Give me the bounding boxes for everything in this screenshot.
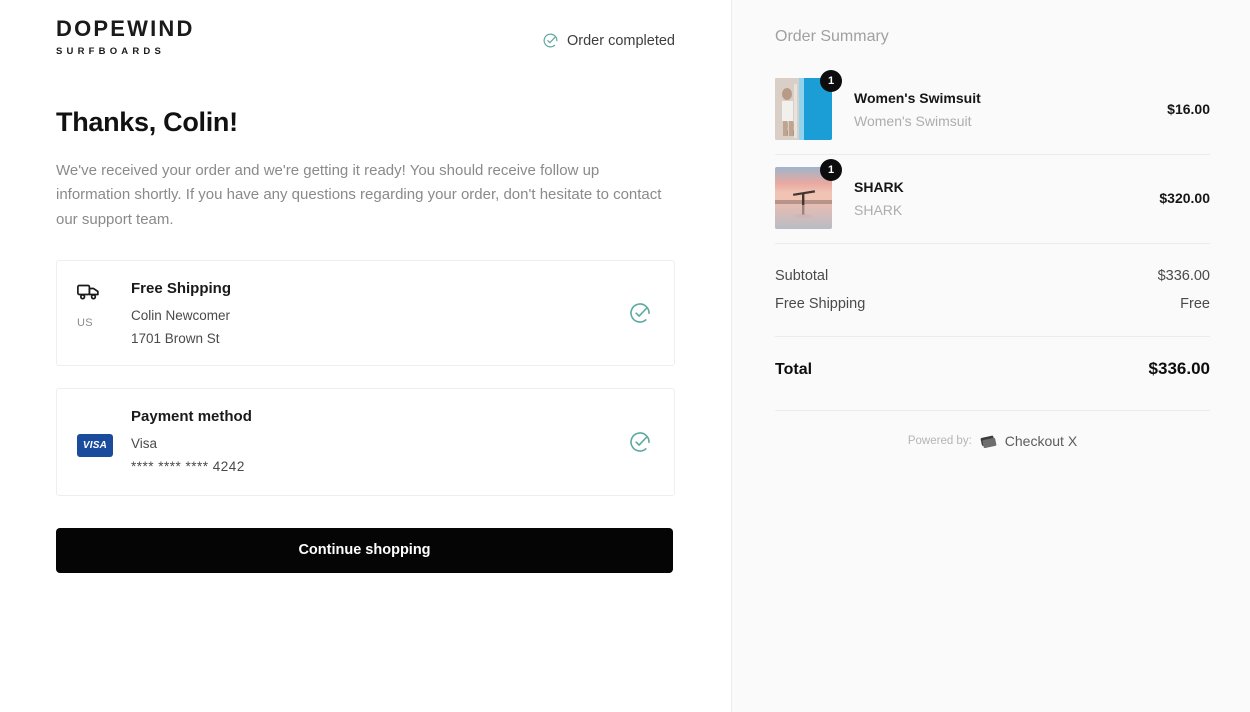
product-thumbnail-wrapper: 1 <box>775 70 842 140</box>
visa-card-icon: VISA <box>77 433 113 457</box>
powered-by-label: Powered by: <box>907 435 972 447</box>
payment-brand: Visa <box>131 435 158 451</box>
truck-icon <box>77 284 99 300</box>
quantity-badge: 1 <box>820 159 842 181</box>
shipping-value: Free <box>1180 296 1210 312</box>
list-item[interactable]: 1 SHARK SHARK $320.00 <box>775 155 1210 244</box>
shipping-card: US Free Shipping Colin Newcomer 1701 Bro… <box>56 259 675 366</box>
product-name: SHARK <box>854 178 904 195</box>
checkout-card-icon <box>980 435 997 448</box>
grand-total-row: Total $336.00 <box>775 337 1210 385</box>
order-summary-title: Order Summary <box>775 28 889 45</box>
grand-total-value: $336.00 <box>1148 359 1210 378</box>
list-item[interactable]: 1 Women's Swimsuit Women's Swimsuit $16.… <box>775 66 1210 155</box>
product-info: Women's Swimsuit Women's Swimsuit <box>832 90 1167 129</box>
continue-shopping-button[interactable]: Continue shopping <box>56 527 673 573</box>
product-price: $16.00 <box>1167 101 1210 117</box>
payment-method-title: Payment method <box>131 407 252 425</box>
powered-by-brand: Checkout X <box>1004 433 1078 449</box>
shipping-country-code: US <box>77 316 93 329</box>
store-logo-tagline: SURFBOARDS <box>56 46 166 57</box>
shipping-row: Free Shipping Free <box>775 290 1210 318</box>
totals-section: Subtotal $336.00 Free Shipping Free Tota… <box>775 244 1210 449</box>
powered-by: Powered by: Checkout X <box>775 433 1210 449</box>
grand-total-label: Total <box>775 361 813 378</box>
page-header: DOPEWIND SURFBOARDS Order completed <box>56 0 675 58</box>
checkout-confirmation-page: DOPEWIND SURFBOARDS Order completed Than… <box>0 0 1250 712</box>
quantity-badge: 1 <box>820 70 842 92</box>
confirmation-message: We've received your order and we're gett… <box>56 162 662 228</box>
product-price: $320.00 <box>1159 190 1210 206</box>
shipping-details: Free Shipping Colin Newcomer 1701 Brown … <box>131 280 652 346</box>
order-details-panel: DOPEWIND SURFBOARDS Order completed Than… <box>0 0 731 712</box>
divider <box>775 410 1210 411</box>
shipping-recipient: Colin Newcomer <box>131 307 231 323</box>
circle-check-icon <box>543 33 558 48</box>
product-variant: SHARK <box>854 201 903 218</box>
store-logo-name: DOPEWIND <box>56 16 195 41</box>
subtotal-value: $336.00 <box>1157 268 1210 284</box>
product-name: Women's Swimsuit <box>854 89 981 106</box>
shipping-icon-column: US <box>77 280 131 346</box>
product-variant: Women's Swimsuit <box>854 112 972 129</box>
store-logo[interactable]: DOPEWIND SURFBOARDS <box>56 16 195 58</box>
product-info: SHARK SHARK <box>832 179 1159 218</box>
shipping-address: 1701 Brown St <box>131 330 220 346</box>
payment-masked-number: **** **** **** 4242 <box>131 458 245 474</box>
status-badge: Order completed <box>542 32 675 49</box>
shipping-label: Free Shipping <box>775 296 866 312</box>
order-summary-panel: Order Summary 1 Women's Swimsuit Women's… <box>731 0 1250 712</box>
page-title: Thanks, Colin! <box>56 107 238 137</box>
payment-icon-column: VISA <box>77 408 131 476</box>
status-badge-label: Order completed <box>567 32 675 49</box>
subtotal-row: Subtotal $336.00 <box>775 262 1210 290</box>
subtotal-label: Subtotal <box>775 268 829 284</box>
payment-details: Payment method Visa **** **** **** 4242 <box>131 408 652 476</box>
shipping-confirmed-icon <box>630 303 650 323</box>
payment-card: VISA Payment method Visa **** **** **** … <box>56 387 675 496</box>
shipping-method-title: Free Shipping <box>131 279 232 297</box>
product-thumbnail-wrapper: 1 <box>775 159 842 229</box>
payment-confirmed-icon <box>630 432 650 452</box>
